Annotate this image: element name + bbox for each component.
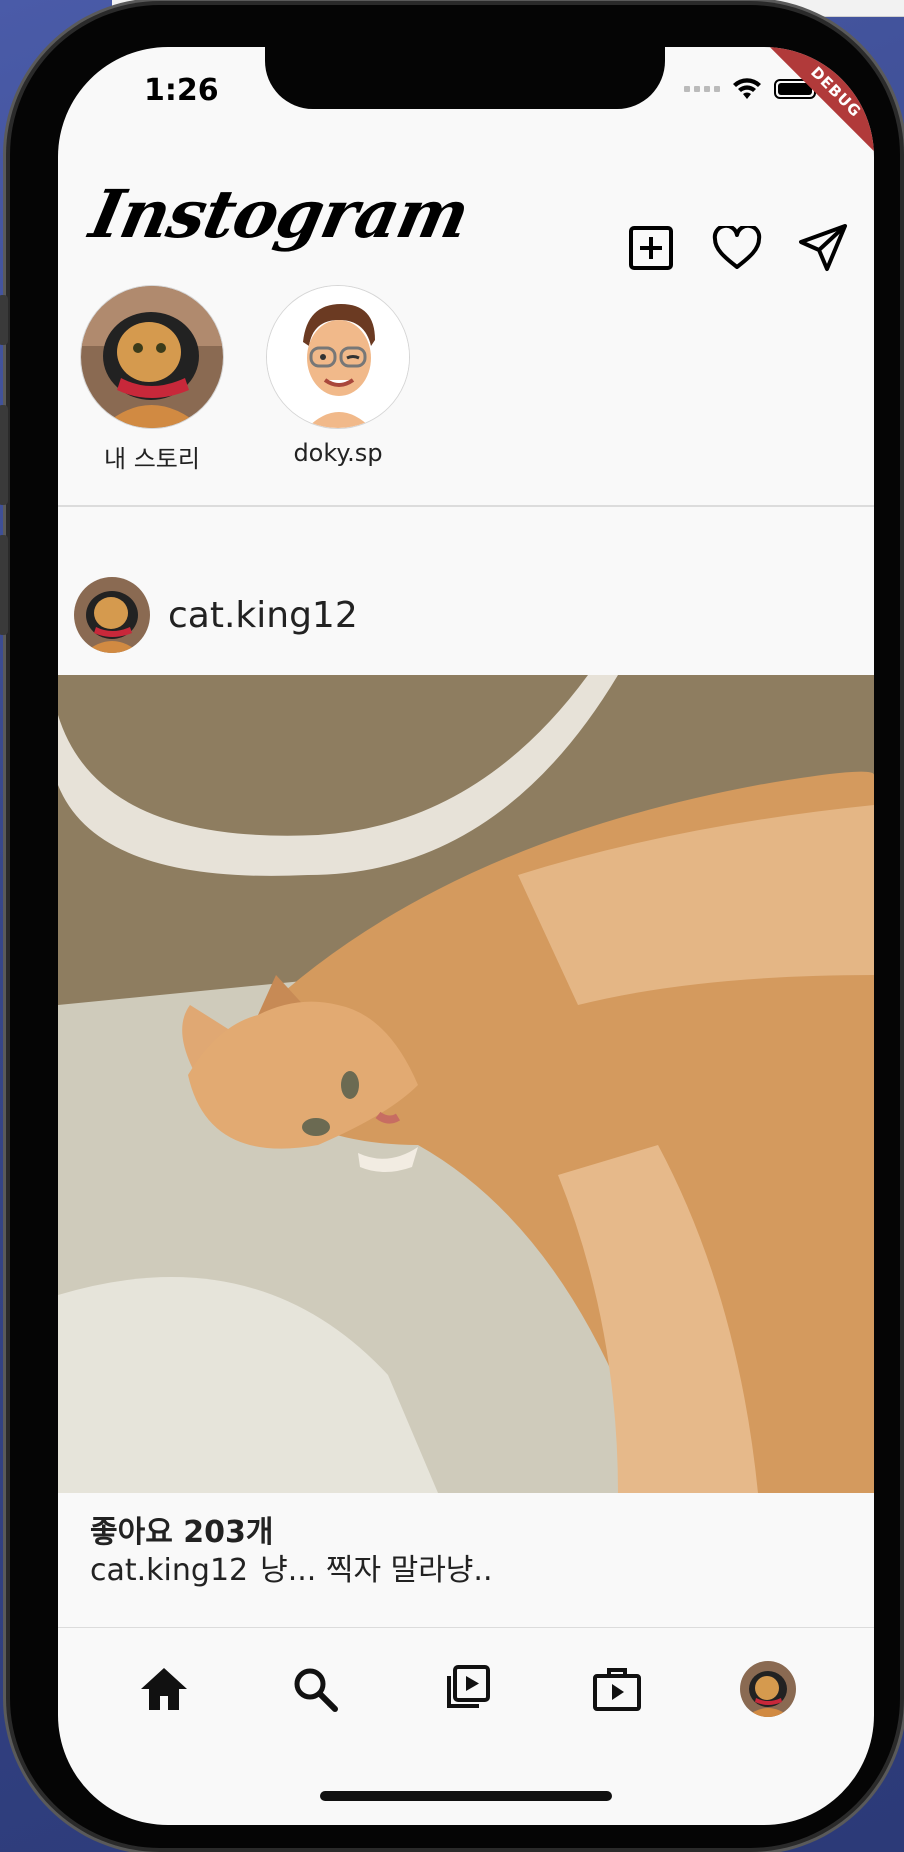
nav-profile[interactable] xyxy=(733,1654,803,1724)
home-icon xyxy=(140,1668,187,1710)
heart-icon xyxy=(712,226,762,269)
status-icons xyxy=(684,77,820,101)
shop-icon xyxy=(593,1668,642,1711)
direct-message-button[interactable] xyxy=(798,223,848,273)
bottom-nav-divider xyxy=(58,1627,874,1628)
reels-icon xyxy=(446,1665,490,1708)
stories-row: 내 스토리 doky.sp xyxy=(80,285,410,474)
profile-avatar xyxy=(740,1661,797,1717)
status-time: 1:26 xyxy=(144,73,219,108)
mute-switch xyxy=(0,295,8,345)
post-photo[interactable] xyxy=(58,675,874,1493)
post-caption: cat.king12 냥... 찍자 말라냥.. xyxy=(90,1545,492,1589)
nav-shop[interactable] xyxy=(582,1654,652,1724)
add-post-button[interactable] xyxy=(626,223,676,273)
cat-avatar xyxy=(80,285,224,429)
bottom-nav xyxy=(58,1629,874,1749)
post-author-avatar[interactable] xyxy=(74,577,150,653)
plus-square-icon xyxy=(629,226,673,270)
send-icon xyxy=(799,224,847,271)
volume-up-button xyxy=(0,405,8,505)
story-label: 내 스토리 xyxy=(104,445,200,473)
story-label: doky.sp xyxy=(293,439,383,467)
nav-reels[interactable] xyxy=(431,1654,501,1724)
wifi-icon xyxy=(733,78,761,99)
post-username[interactable]: cat.king12 xyxy=(168,595,358,636)
cellular-signal-icon xyxy=(684,86,720,92)
phone-frame: 1:26 DEBUG Instogram 내 스토리 doky.sp cat.k… xyxy=(0,5,900,1848)
app-logo: Instogram xyxy=(83,175,476,253)
home-indicator xyxy=(320,1791,612,1801)
header-actions xyxy=(626,223,848,273)
search-icon xyxy=(294,1668,338,1712)
volume-down-button xyxy=(0,535,8,635)
stories-divider xyxy=(58,505,874,507)
nav-search[interactable] xyxy=(280,1654,350,1724)
story-item-my-story[interactable]: 내 스토리 xyxy=(80,285,224,474)
nav-home[interactable] xyxy=(129,1654,199,1724)
debug-banner: DEBUG xyxy=(761,47,874,167)
notch xyxy=(265,47,665,109)
memoji-avatar xyxy=(266,285,410,429)
app-screen: 1:26 DEBUG Instogram 내 스토리 doky.sp cat.k… xyxy=(58,47,874,1825)
caption-username[interactable]: cat.king12 xyxy=(90,1553,248,1588)
story-item-doky[interactable]: doky.sp xyxy=(266,285,410,474)
post-header: cat.king12 xyxy=(74,577,358,653)
caption-text: 냥... 찍자 말라냥.. xyxy=(260,1553,493,1588)
activity-button[interactable] xyxy=(712,223,762,273)
